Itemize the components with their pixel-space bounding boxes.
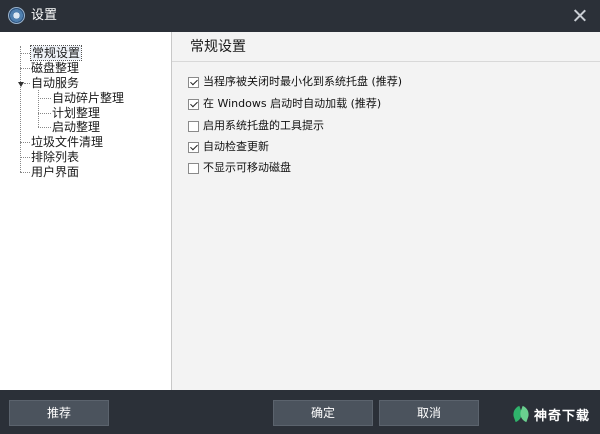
checkbox[interactable] (188, 162, 199, 174)
sidebar-item-auto-defrag[interactable]: 自动碎片整理 (52, 91, 124, 105)
option-minimize-to-tray[interactable]: 当程序被关闭时最小化到系统托盘 (推荐) (188, 75, 402, 89)
tree-line (20, 46, 21, 172)
tree-line (20, 142, 30, 143)
settings-tree: 常规设置 磁盘整理 自动服务 自动碎片整理 计划整理 启动整理 垃圾文件清理 排… (0, 32, 172, 232)
checkbox[interactable] (188, 76, 199, 88)
option-tray-tooltips[interactable]: 启用系统托盘的工具提示 (188, 119, 324, 133)
sidebar-item-label: 启动整理 (52, 120, 101, 134)
sidebar-item-label: 垃圾文件清理 (31, 135, 104, 149)
sidebar-item-label: 常规设置 (29, 45, 83, 61)
settings-nav-panel: 常规设置 磁盘整理 自动服务 自动碎片整理 计划整理 启动整理 垃圾文件清理 排… (0, 32, 172, 390)
app-logo-icon (8, 7, 25, 24)
option-autostart-with-windows[interactable]: 在 Windows 启动时自动加载 (推荐) (188, 97, 381, 111)
sidebar-item-label: 自动碎片整理 (52, 91, 125, 105)
sidebar-item-boot-defrag[interactable]: 启动整理 (52, 120, 100, 134)
sidebar-item-label: 用户界面 (31, 165, 80, 179)
page-title: 常规设置 (190, 39, 246, 55)
sidebar-item-label: 计划整理 (52, 106, 101, 120)
tree-line (38, 113, 51, 114)
leaf-logo-icon (512, 405, 530, 423)
sidebar-item-scheduled-defrag[interactable]: 计划整理 (52, 106, 100, 120)
cancel-button[interactable]: 取消 (379, 400, 479, 426)
tree-line (20, 68, 30, 69)
dialog-footer: 推荐 确定 取消 (0, 390, 600, 434)
divider (172, 61, 600, 62)
checkbox[interactable] (188, 120, 199, 132)
tree-line (38, 127, 51, 128)
title-bar: 设置 (0, 0, 600, 32)
option-hide-removable-disks[interactable]: 不显示可移动磁盘 (188, 161, 291, 175)
checkbox[interactable] (188, 98, 199, 110)
sidebar-item-label: 磁盘整理 (31, 61, 80, 75)
sidebar-item-label: 排除列表 (31, 150, 80, 164)
sidebar-item-label: 自动服务 (31, 76, 80, 90)
watermark: 神奇下载 (512, 404, 590, 424)
tree-line (38, 98, 51, 99)
sidebar-item-exclusion-list[interactable]: 排除列表 (31, 150, 79, 164)
option-label: 当程序被关闭时最小化到系统托盘 (推荐) (203, 75, 403, 88)
tree-line (20, 53, 30, 54)
option-label: 不显示可移动磁盘 (203, 161, 291, 174)
sidebar-item-general[interactable]: 常规设置 (29, 45, 83, 61)
tree-line (20, 172, 30, 173)
recommend-button[interactable]: 推荐 (9, 400, 109, 426)
option-auto-check-updates[interactable]: 自动检查更新 (188, 140, 269, 154)
checkbox[interactable] (188, 141, 199, 153)
sidebar-item-auto-service[interactable]: 自动服务 (31, 76, 79, 90)
tree-line (20, 157, 30, 158)
window-title: 设置 (31, 8, 58, 23)
ok-button[interactable]: 确定 (273, 400, 373, 426)
watermark-text: 神奇下载 (534, 408, 591, 424)
tree-line (38, 90, 39, 127)
tree-expand-icon[interactable] (18, 82, 24, 87)
tree-line (24, 83, 30, 84)
sidebar-item-disk-defrag[interactable]: 磁盘整理 (31, 61, 79, 75)
option-label: 启用系统托盘的工具提示 (203, 119, 324, 132)
sidebar-item-user-interface[interactable]: 用户界面 (31, 165, 79, 179)
sidebar-item-junk-cleanup[interactable]: 垃圾文件清理 (31, 135, 103, 149)
option-label: 在 Windows 启动时自动加载 (推荐) (203, 97, 382, 110)
settings-content-panel: 常规设置 当程序被关闭时最小化到系统托盘 (推荐) 在 Windows 启动时自… (172, 32, 600, 390)
close-icon[interactable] (570, 6, 590, 26)
option-label: 自动检查更新 (203, 140, 269, 153)
